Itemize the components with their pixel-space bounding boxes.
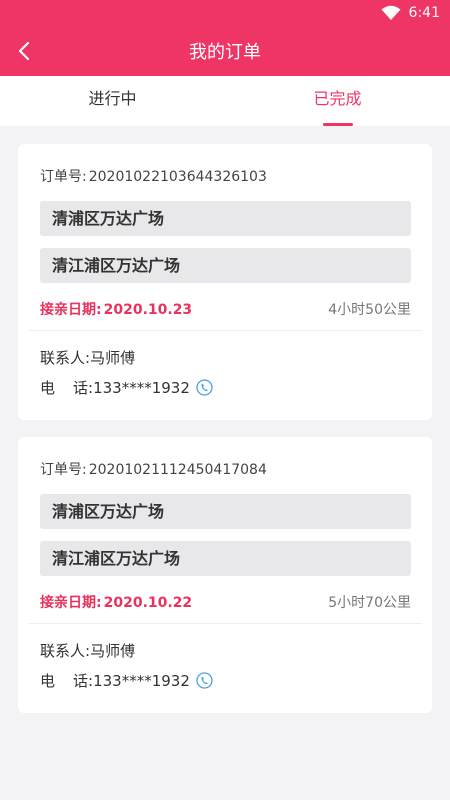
phone-call-icon[interactable] (196, 379, 213, 396)
app-header: 6:41 我的订单 (0, 0, 450, 76)
tab-completed[interactable]: 已完成 (225, 76, 450, 126)
contact-name: 马师傅 (90, 349, 136, 367)
status-time: 6:41 (408, 5, 440, 21)
phone-row: 电话: 133****1932 (40, 670, 213, 691)
pickup-date-label: 接亲日期: (40, 302, 102, 318)
order-card[interactable]: 订单号: 20201022103644326103 清浦区万达广场 清江浦区万达广… (18, 144, 432, 420)
order-number: 订单号: 20201022103644326103 (40, 166, 267, 186)
tab-completed-label: 已完成 (313, 89, 362, 108)
phone-row: 电话: 133****1932 (40, 377, 213, 398)
order-number: 订单号: 20201021112450417084 (40, 459, 267, 479)
divider (28, 623, 422, 624)
order-card[interactable]: 订单号: 20201021112450417084 清浦区万达广场 清江浦区万达广… (18, 437, 432, 713)
package-duration: 4小时50公里 (328, 302, 411, 318)
status-bar: 6:41 (0, 0, 450, 26)
pickup-date-row: 接亲日期: 2020.10.22 5小时70公里 (40, 592, 411, 612)
pickup-address: 清浦区万达广场 (40, 494, 411, 529)
phone-number: 133****1932 (93, 671, 190, 690)
order-number-label: 订单号: (40, 462, 87, 478)
order-number-value: 20201022103644326103 (88, 169, 267, 185)
divider (28, 330, 422, 331)
order-tabs: 进行中 已完成 (0, 76, 450, 126)
destination-address: 清江浦区万达广场 (40, 248, 411, 283)
package-duration: 5小时70公里 (328, 595, 411, 611)
phone-label-part-1: 电 (40, 672, 56, 690)
contact-label: 联系人: (40, 642, 91, 660)
contact-row: 联系人: 马师傅 (40, 347, 135, 368)
phone-label: 电话: (40, 377, 93, 398)
phone-label: 电话: (40, 670, 93, 691)
phone-label-part-2: 话: (73, 379, 94, 397)
pickup-address: 清浦区万达广场 (40, 201, 411, 236)
phone-label-part-2: 话: (73, 672, 94, 690)
pickup-date-label: 接亲日期: (40, 595, 102, 611)
phone-number: 133****1932 (93, 378, 190, 397)
destination-address: 清江浦区万达广场 (40, 541, 411, 576)
page-title: 我的订单 (189, 42, 261, 63)
tab-in-progress[interactable]: 进行中 (0, 76, 225, 126)
pickup-date-value: 2020.10.22 (103, 595, 193, 611)
pickup-date-value: 2020.10.23 (103, 302, 193, 318)
tab-active-indicator (323, 123, 353, 126)
order-number-value: 20201021112450417084 (88, 462, 267, 478)
pickup-date-row: 接亲日期: 2020.10.23 4小时50公里 (40, 299, 411, 319)
wifi-icon (381, 5, 401, 20)
contact-name: 马师傅 (90, 642, 136, 660)
phone-call-icon[interactable] (196, 672, 213, 689)
status-icons: 6:41 (381, 4, 440, 22)
phone-label-part-1: 电 (40, 379, 56, 397)
order-number-label: 订单号: (40, 169, 87, 185)
navbar: 我的订单 (0, 26, 450, 76)
contact-label: 联系人: (40, 349, 91, 367)
contact-row: 联系人: 马师傅 (40, 640, 135, 661)
